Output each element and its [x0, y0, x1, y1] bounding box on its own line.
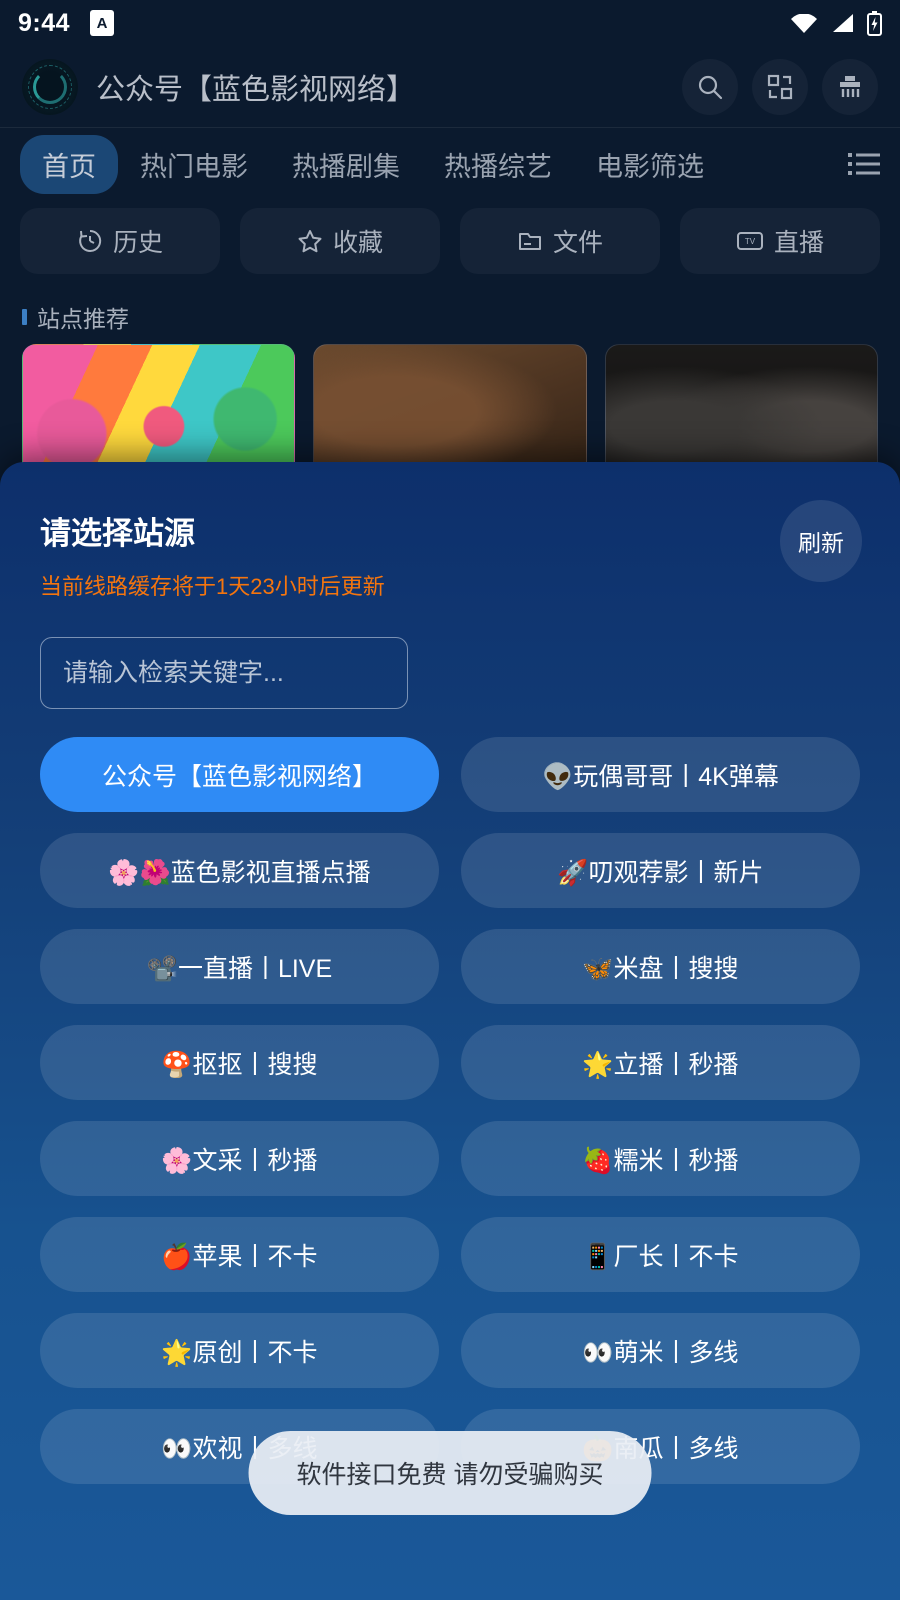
main-tabs: 首页 热门电影 热播剧集 热播综艺 电影筛选 — [0, 128, 900, 200]
battery-charging-icon — [867, 10, 882, 36]
quick-favorites[interactable]: 收藏 — [240, 208, 440, 274]
source-item[interactable]: 🍄抠抠丨搜搜 — [40, 1025, 439, 1100]
notification-app-icon: A — [90, 10, 115, 36]
list-menu-icon[interactable] — [848, 151, 880, 177]
toast-message: 软件接口免费 请勿受骗购买 — [248, 1431, 652, 1515]
cellular-signal-icon — [833, 14, 853, 32]
source-item[interactable]: 👽玩偶哥哥丨4K弹幕 — [461, 737, 860, 812]
quick-files[interactable]: 文件 — [460, 208, 660, 274]
source-item[interactable]: 🚀叨观荐影丨新片 — [461, 833, 860, 908]
source-item[interactable]: 👀萌米丨多线 — [461, 1313, 860, 1388]
source-item[interactable]: 🌟立播丨秒播 — [461, 1025, 860, 1100]
section-accent-bar — [22, 309, 27, 325]
section-title: 站点推荐 — [37, 306, 129, 332]
search-icon — [698, 75, 723, 99]
tv-icon: TV — [736, 232, 763, 250]
tab-hot-movies[interactable]: 热门电影 — [118, 135, 270, 194]
modal-header: 请选择站源 当前线路缓存将于1天23小时后更新 刷新 — [0, 462, 900, 601]
section-header: 站点推荐 — [0, 274, 900, 344]
header-actions — [682, 58, 878, 115]
app-root: 9:44 A 公众号【蓝色影视网络】 首页 热门电影 热播剧集 热播综艺 电影筛… — [0, 0, 900, 1600]
app-title: 公众号【蓝色影视网络】 — [96, 73, 416, 106]
history-icon — [79, 229, 102, 252]
cast-scan-button[interactable] — [752, 58, 808, 115]
cache-notice: 当前线路缓存将于1天23小时后更新 — [40, 574, 385, 599]
source-item[interactable]: 🍓糯米丨秒播 — [461, 1121, 860, 1196]
refresh-button[interactable]: 刷新 — [780, 500, 862, 582]
quick-live[interactable]: TV 直播 — [680, 208, 880, 274]
tab-hot-series[interactable]: 热播剧集 — [270, 135, 422, 194]
status-icons — [791, 10, 882, 36]
quick-history-label: 历史 — [112, 229, 163, 257]
tab-movie-filter[interactable]: 电影筛选 — [574, 135, 726, 194]
source-item[interactable]: 🌟原创丨不卡 — [40, 1313, 439, 1388]
quick-live-label: 直播 — [773, 229, 824, 257]
app-header: 公众号【蓝色影视网络】 — [0, 46, 900, 128]
tab-hot-variety[interactable]: 热播综艺 — [422, 135, 574, 194]
source-item[interactable]: 公众号【蓝色影视网络】 — [40, 737, 439, 812]
status-bar: 9:44 A — [0, 0, 900, 46]
quick-actions: 历史 收藏 文件 TV 直播 — [0, 200, 900, 274]
status-time: 9:44 — [18, 8, 71, 37]
source-item[interactable]: 🦋米盘丨搜搜 — [461, 929, 860, 1004]
source-grid: 公众号【蓝色影视网络】 👽玩偶哥哥丨4K弹幕 🌸🌺蓝色影视直播点播 🚀叨观荐影丨… — [40, 737, 860, 1484]
search-input[interactable] — [40, 637, 408, 709]
source-item[interactable]: 📽️一直播丨LIVE — [40, 929, 439, 1004]
app-logo — [22, 58, 78, 115]
wifi-icon — [791, 13, 817, 33]
quick-favorites-label: 收藏 — [332, 229, 383, 257]
source-item[interactable]: 🍎苹果丨不卡 — [40, 1217, 439, 1292]
source-selector-modal: 请选择站源 当前线路缓存将于1天23小时后更新 刷新 公众号【蓝色影视网络】 👽… — [0, 462, 900, 1600]
search-button[interactable] — [682, 58, 738, 115]
source-item[interactable]: 🌸🌺蓝色影视直播点播 — [40, 833, 439, 908]
star-icon — [298, 230, 322, 253]
source-item[interactable]: 🌸文采丨秒播 — [40, 1121, 439, 1196]
clean-brush-icon — [840, 75, 860, 97]
quick-history[interactable]: 历史 — [20, 208, 220, 274]
clean-button[interactable] — [822, 58, 878, 115]
quick-files-label: 文件 — [552, 229, 603, 257]
svg-text:TV: TV — [745, 237, 756, 246]
tab-home[interactable]: 首页 — [20, 134, 118, 194]
modal-title: 请选择站源 — [40, 516, 195, 551]
folder-icon — [518, 233, 541, 250]
cast-scan-icon — [767, 74, 793, 99]
source-item[interactable]: 📱厂长丨不卡 — [461, 1217, 860, 1292]
